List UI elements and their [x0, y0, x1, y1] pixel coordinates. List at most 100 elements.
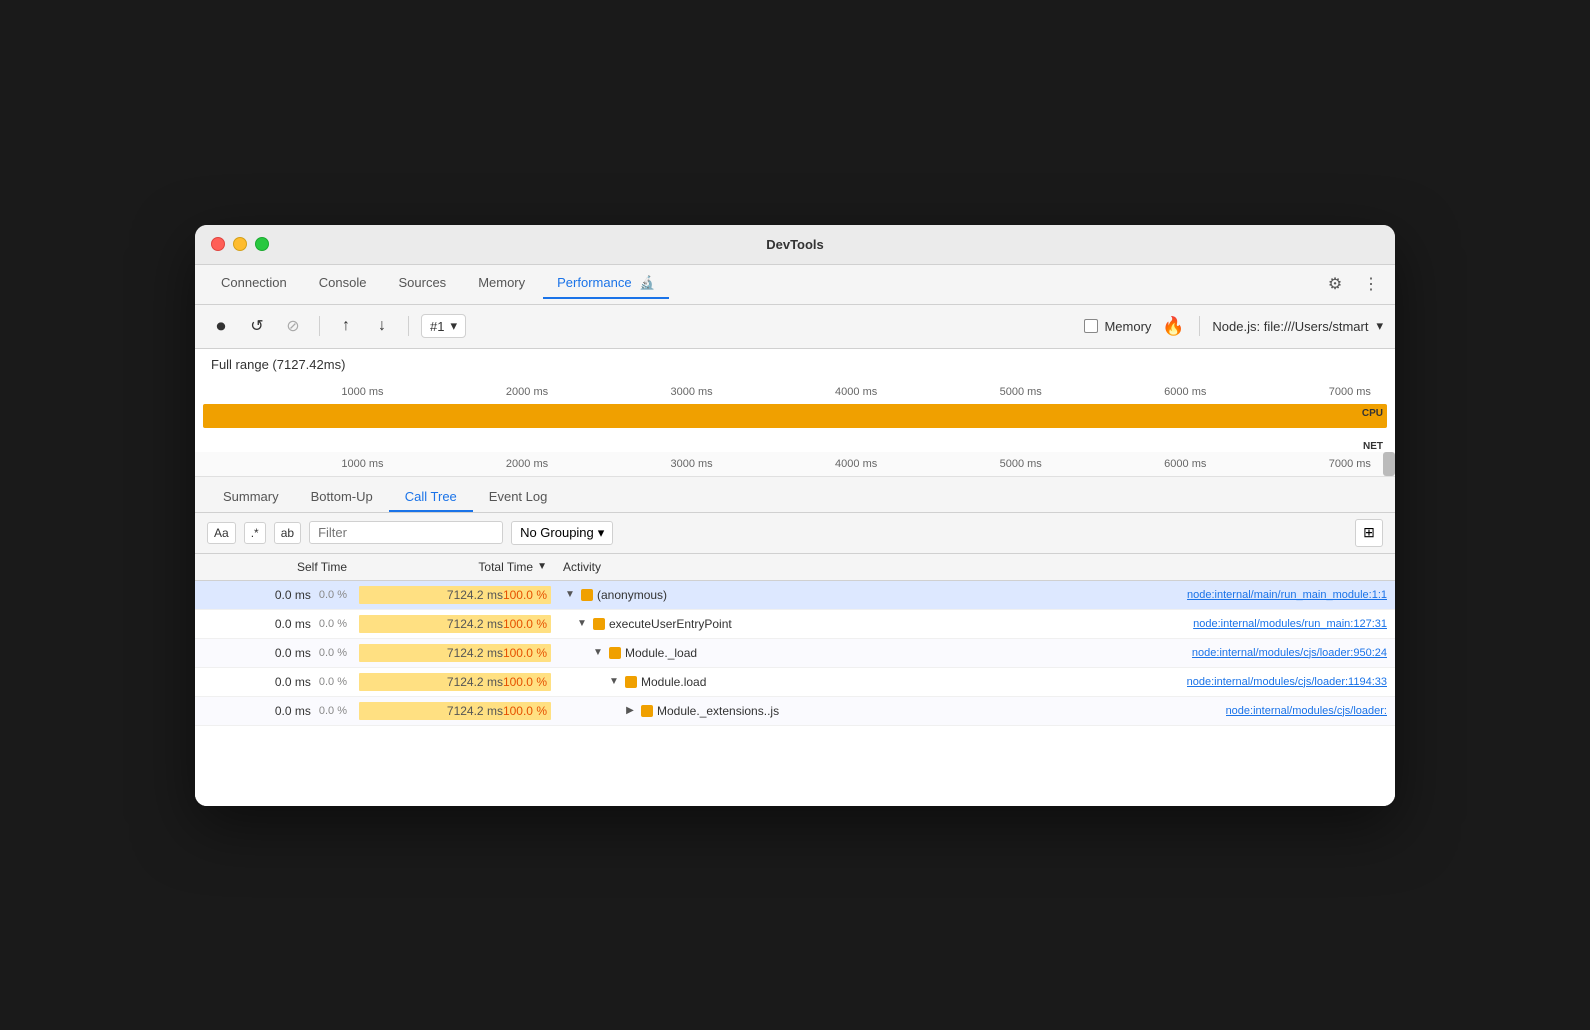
- header-self-time[interactable]: Self Time: [195, 554, 355, 580]
- tab-bar-actions: ⚙ ⋮: [1323, 272, 1383, 296]
- toolbar: ⏺ ↺ ⊘ ↑ ↓ #1 ▾ Memory 🔥 Node.js: file://…: [195, 305, 1395, 349]
- net-label: NET: [1363, 441, 1383, 452]
- table-row[interactable]: 0.0 ms 0.0 % 7124.2 ms100.0 % ▼ executeU…: [195, 610, 1395, 639]
- header-total-time[interactable]: Total Time ▼: [355, 554, 555, 580]
- table-row[interactable]: 0.0 ms 0.0 % 7124.2 ms100.0 % ▼ Module._…: [195, 639, 1395, 668]
- grouping-select[interactable]: No Grouping ▾: [511, 521, 613, 545]
- filter-case-btn[interactable]: Aa: [207, 522, 236, 544]
- ruler-marks-top: 1000 ms 2000 ms 3000 ms 4000 ms 5000 ms …: [211, 386, 1379, 398]
- close-button[interactable]: [211, 237, 225, 251]
- total-bar-4: 7124.2 ms100.0 %: [359, 702, 551, 720]
- traffic-lights: [211, 237, 269, 251]
- expand-icon-0[interactable]: ▼: [563, 589, 577, 600]
- tab-sources[interactable]: Sources: [384, 269, 460, 299]
- profile-select[interactable]: #1 ▾: [421, 314, 466, 338]
- cell-total-time-0: 7124.2 ms100.0 %: [355, 581, 555, 609]
- total-bar-2: 7124.2 ms100.0 %: [359, 644, 551, 662]
- cell-total-time-3: 7124.2 ms100.0 %: [355, 668, 555, 696]
- activity-link-3[interactable]: node:internal/modules/cjs/loader:1194:33: [1187, 676, 1387, 688]
- separator-3: [1199, 316, 1200, 336]
- cell-activity-2: ▼ Module._load node:internal/modules/cjs…: [555, 641, 1395, 665]
- cell-self-time-2: 0.0 ms 0.0 %: [195, 641, 355, 665]
- table-row[interactable]: 0.0 ms 0.0 % 7124.2 ms100.0 % ▶ Module._…: [195, 697, 1395, 726]
- tab-summary[interactable]: Summary: [207, 483, 295, 512]
- devtools-window: DevTools Connection Console Sources Memo…: [195, 225, 1395, 806]
- cell-activity-3: ▼ Module.load node:internal/modules/cjs/…: [555, 670, 1395, 694]
- cell-activity-1: ▼ executeUserEntryPoint node:internal/mo…: [555, 612, 1395, 636]
- full-range-label: Full range (7127.42ms): [195, 349, 1395, 380]
- total-bar-1: 7124.2 ms100.0 %: [359, 615, 551, 633]
- node-target-select[interactable]: Node.js: file:///Users/stmart ▾: [1212, 318, 1383, 334]
- time-ruler-top: 1000 ms 2000 ms 3000 ms 4000 ms 5000 ms …: [195, 380, 1395, 404]
- cpu-bar-container[interactable]: CPU: [203, 404, 1387, 432]
- reload-button[interactable]: ↺: [243, 312, 271, 340]
- activity-icon-2: [609, 647, 621, 659]
- cell-self-time-3: 0.0 ms 0.0 %: [195, 670, 355, 694]
- filter-bar: Aa .* ab No Grouping ▾ ⊞: [195, 513, 1395, 554]
- more-options-icon[interactable]: ⋮: [1359, 272, 1383, 296]
- tab-bottom-up[interactable]: Bottom-Up: [295, 483, 389, 512]
- call-tree-table: Self Time Total Time ▼ Activity 0.0 ms 0…: [195, 554, 1395, 806]
- tab-event-log[interactable]: Event Log: [473, 483, 564, 512]
- memory-checkbox[interactable]: Memory: [1084, 319, 1151, 334]
- expand-icon-4[interactable]: ▶: [623, 705, 637, 716]
- separator-2: [408, 316, 409, 336]
- cell-self-time-0: 0.0 ms 0.0 %: [195, 583, 355, 607]
- title-bar: DevTools: [195, 225, 1395, 265]
- cell-total-time-2: 7124.2 ms100.0 %: [355, 639, 555, 667]
- maximize-button[interactable]: [255, 237, 269, 251]
- settings-icon[interactable]: ⚙: [1323, 272, 1347, 296]
- clear-button[interactable]: ⊘: [279, 312, 307, 340]
- total-bar-3: 7124.2 ms100.0 %: [359, 673, 551, 691]
- download-button[interactable]: ↓: [368, 312, 396, 340]
- cell-total-time-1: 7124.2 ms100.0 %: [355, 610, 555, 638]
- time-ruler-bottom: 1000 ms 2000 ms 3000 ms 4000 ms 5000 ms …: [195, 452, 1395, 476]
- filter-regex-btn[interactable]: .*: [244, 522, 266, 544]
- scrollbar-thumb[interactable]: [1383, 452, 1395, 476]
- upload-button[interactable]: ↑: [332, 312, 360, 340]
- activity-icon-4: [641, 705, 653, 717]
- expand-icon-3[interactable]: ▼: [607, 676, 621, 687]
- window-title: DevTools: [766, 237, 824, 252]
- expand-icon-2[interactable]: ▼: [591, 647, 605, 658]
- ruler-marks-bottom: 1000 ms 2000 ms 3000 ms 4000 ms 5000 ms …: [211, 458, 1379, 470]
- table-row[interactable]: 0.0 ms 0.0 % 7124.2 ms100.0 % ▼ (anonymo…: [195, 581, 1395, 610]
- activity-link-0[interactable]: node:internal/main/run_main_module:1:1: [1187, 589, 1387, 601]
- bottom-tabs: Summary Bottom-Up Call Tree Event Log: [195, 477, 1395, 513]
- activity-link-1[interactable]: node:internal/modules/run_main:127:31: [1193, 618, 1387, 630]
- activity-link-4[interactable]: node:internal/modules/cjs/loader:: [1226, 705, 1387, 717]
- net-row: NET: [203, 432, 1387, 452]
- expand-icon-1[interactable]: ▼: [575, 618, 589, 629]
- memory-checkbox-box[interactable]: [1084, 319, 1098, 333]
- timeline-area: Full range (7127.42ms) 1000 ms 2000 ms 3…: [195, 349, 1395, 477]
- cell-self-time-1: 0.0 ms 0.0 %: [195, 612, 355, 636]
- tab-connection[interactable]: Connection: [207, 269, 301, 299]
- activity-icon-1: [593, 618, 605, 630]
- cell-total-time-4: 7124.2 ms100.0 %: [355, 697, 555, 725]
- main-tabs: Connection Console Sources Memory Perfor…: [207, 269, 1323, 299]
- panel-toggle-button[interactable]: ⊞: [1355, 519, 1383, 547]
- tab-memory[interactable]: Memory: [464, 269, 539, 299]
- total-bar-0: 7124.2 ms100.0 %: [359, 586, 551, 604]
- memory-flame-icon[interactable]: 🔥: [1159, 312, 1187, 340]
- table-header: Self Time Total Time ▼ Activity: [195, 554, 1395, 581]
- minimize-button[interactable]: [233, 237, 247, 251]
- header-activity[interactable]: Activity: [555, 554, 1395, 580]
- tab-call-tree[interactable]: Call Tree: [389, 483, 473, 512]
- activity-icon-3: [625, 676, 637, 688]
- tab-console[interactable]: Console: [305, 269, 381, 299]
- cell-self-time-4: 0.0 ms 0.0 %: [195, 699, 355, 723]
- activity-icon-0: [581, 589, 593, 601]
- cell-activity-0: ▼ (anonymous) node:internal/main/run_mai…: [555, 583, 1395, 607]
- cpu-label: CPU: [1362, 408, 1383, 419]
- tab-bar: Connection Console Sources Memory Perfor…: [195, 265, 1395, 305]
- filter-input[interactable]: [309, 521, 503, 544]
- record-button[interactable]: ⏺: [207, 312, 235, 340]
- tab-performance[interactable]: Performance 🔬: [543, 269, 669, 299]
- table-row[interactable]: 0.0 ms 0.0 % 7124.2 ms100.0 % ▼ Module.l…: [195, 668, 1395, 697]
- activity-link-2[interactable]: node:internal/modules/cjs/loader:950:24: [1192, 647, 1387, 659]
- filter-whole-word-btn[interactable]: ab: [274, 522, 301, 544]
- separator-1: [319, 316, 320, 336]
- table-empty-space: [195, 726, 1395, 806]
- sort-arrow-icon: ▼: [537, 561, 547, 572]
